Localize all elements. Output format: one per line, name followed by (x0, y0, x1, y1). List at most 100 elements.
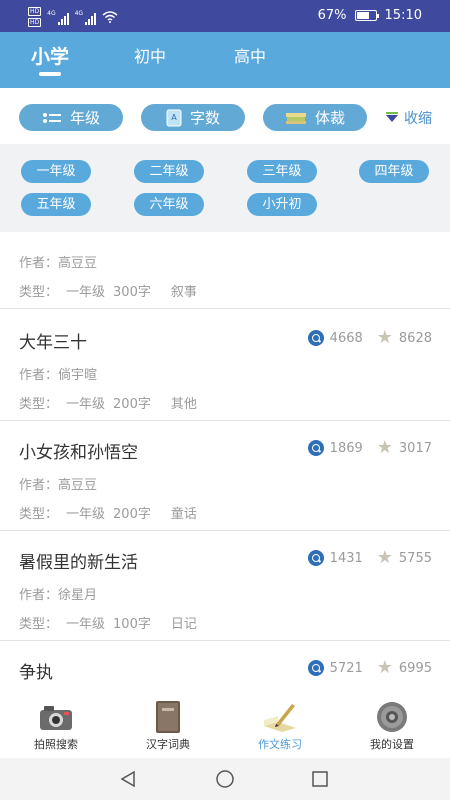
grade-option[interactable]: 三年级 (247, 160, 317, 183)
essay-meta: 类型： 一年级 100字 日记 (19, 613, 197, 632)
grade-option[interactable]: 五年级 (21, 193, 91, 216)
like-count: 6995 (398, 660, 432, 676)
author-name: 高豆豆 (58, 478, 98, 493)
views-icon (307, 330, 324, 346)
signal-icon (57, 12, 69, 25)
essay-title: 暑假里的新生活 (19, 553, 138, 573)
essay-genre: 其他 (170, 397, 197, 412)
essay-item[interactable]: 暑假里的新生活 1431 ★ 5755 作者：徐星月 类型： 一年级 100字 日记 (0, 531, 450, 641)
author-prefix: 作者： (19, 368, 59, 383)
book-icon (156, 701, 180, 733)
views-icon (307, 550, 324, 566)
essay-item[interactable]: 小女孩和孙悟空 1869 ★ 3017 作者：高豆豆 类型： 一年级 200字 童话 (0, 421, 450, 531)
collapse-button[interactable]: 收缩 (386, 108, 432, 128)
essay-grade: 一年级 (66, 507, 106, 522)
type-prefix: 类型： (19, 507, 59, 522)
books-icon (285, 112, 306, 124)
genre-filter-button[interactable]: 体裁 (263, 104, 367, 131)
network-label: 4G (47, 9, 56, 17)
author-prefix: 作者： (19, 256, 59, 271)
nav-label: 汉字词典 (146, 738, 190, 751)
essay-item[interactable]: 大年三十 4668 ★ 8628 作者：倘宇暄 类型： 一年级 200字 其他 (0, 311, 450, 421)
view-count: 4668 (329, 330, 363, 346)
active-tab-indicator (39, 72, 61, 76)
view-count: 1431 (329, 550, 363, 566)
author-prefix: 作者： (19, 588, 59, 603)
signal-2: 4G (75, 10, 97, 25)
essay-title: 小女孩和孙悟空 (19, 443, 138, 463)
battery-icon (354, 10, 379, 21)
grade-option[interactable]: 六年级 (134, 193, 204, 216)
nav-settings[interactable]: 我的设置 (336, 689, 448, 758)
essay-meta: 类型： 一年级 300字 叙事 (19, 281, 197, 300)
author-prefix: 作者： (19, 478, 59, 493)
essay-meta: 类型： 一年级 200字 其他 (19, 393, 197, 412)
essay-title: 争执 (19, 663, 53, 683)
author-name: 高豆豆 (58, 256, 98, 271)
grade-option[interactable]: 四年级 (359, 160, 429, 183)
status-time: 15:10 (384, 8, 422, 23)
pen-icon (264, 704, 296, 732)
views-icon (307, 440, 324, 456)
back-icon[interactable] (119, 770, 137, 788)
essay-item[interactable]: 作者：高豆豆 类型： 一年级 300字 叙事 (0, 232, 450, 309)
recents-icon[interactable] (311, 770, 329, 788)
essay-grade: 一年级 (66, 397, 106, 412)
grade-filter-button[interactable]: 年级 (19, 104, 123, 131)
hd-label: HD (28, 18, 42, 27)
essay-words: 100字 (113, 617, 151, 632)
word-count-filter-button[interactable]: A 字数 (141, 104, 245, 131)
nav-essay-practice[interactable]: 作文练习 (224, 689, 336, 758)
essay-item[interactable]: 争执 5721 ★ 6995 (0, 641, 450, 689)
nav-dictionary[interactable]: 汉字词典 (112, 689, 224, 758)
essay-stats: 5721 ★ 6995 (307, 659, 432, 677)
essay-words: 200字 (113, 507, 151, 522)
like-count: 8628 (398, 330, 432, 346)
grade-filter-label: 年级 (69, 109, 100, 127)
essay-stats: 1431 ★ 5755 (307, 549, 432, 567)
like-count: 5755 (398, 550, 432, 566)
essay-genre: 叙事 (170, 285, 197, 300)
grade-option[interactable]: 小升初 (247, 193, 317, 216)
word-count-filter-label: 字数 (189, 109, 220, 127)
status-left: HD HD 4G 4G (28, 7, 118, 27)
filter-bar: 年级 A 字数 体裁 收缩 (0, 88, 450, 144)
essay-genre: 童话 (170, 507, 197, 522)
essay-author: 作者：高豆豆 (19, 474, 97, 493)
system-nav-bar (0, 758, 450, 800)
hd-label: HD (28, 7, 42, 16)
essay-genre: 日记 (170, 617, 197, 632)
essay-meta: 类型： 一年级 200字 童话 (19, 503, 197, 522)
genre-filter-label: 体裁 (314, 109, 345, 127)
essay-stats: 4668 ★ 8628 (307, 329, 432, 347)
essay-words: 200字 (113, 397, 151, 412)
essay-title: 大年三十 (19, 333, 87, 353)
essay-words: 300字 (113, 285, 151, 300)
grade-option[interactable]: 一年级 (21, 160, 91, 183)
essay-author: 作者：徐星月 (19, 584, 97, 603)
nav-label: 作文练习 (258, 738, 302, 751)
status-right: 67% 15:10 (318, 8, 422, 23)
essay-stats: 1869 ★ 3017 (307, 437, 432, 458)
letter-card-text: A (171, 113, 177, 122)
app-screen: HD HD 4G 4G 67% 15:10 小学 初中 高中 年级 A 字数 体… (0, 0, 450, 800)
battery-fill (356, 12, 369, 19)
letter-card-icon: A (166, 109, 182, 126)
grade-option[interactable]: 二年级 (134, 160, 204, 183)
star-icon: ★ (376, 437, 393, 458)
gear-icon (377, 702, 407, 732)
views-icon (307, 660, 324, 676)
tab-junior[interactable]: 初中 (110, 32, 190, 88)
nav-label: 拍照搜索 (34, 738, 78, 751)
battery-percent: 67% (317, 8, 347, 23)
essay-list[interactable]: 作者：高豆豆 类型： 一年级 300字 叙事 大年三十 4668 ★ 8628 作者… (0, 232, 450, 689)
tab-primary[interactable]: 小学 (10, 32, 90, 88)
view-count: 5721 (329, 660, 363, 676)
home-icon[interactable] (215, 770, 235, 788)
tab-senior[interactable]: 高中 (210, 32, 290, 88)
collapse-icon (386, 111, 398, 122)
type-prefix: 类型： (19, 285, 59, 300)
type-prefix: 类型： (19, 397, 59, 412)
list-icon (42, 112, 61, 123)
nav-photo-search[interactable]: 拍照搜索 (0, 689, 112, 758)
